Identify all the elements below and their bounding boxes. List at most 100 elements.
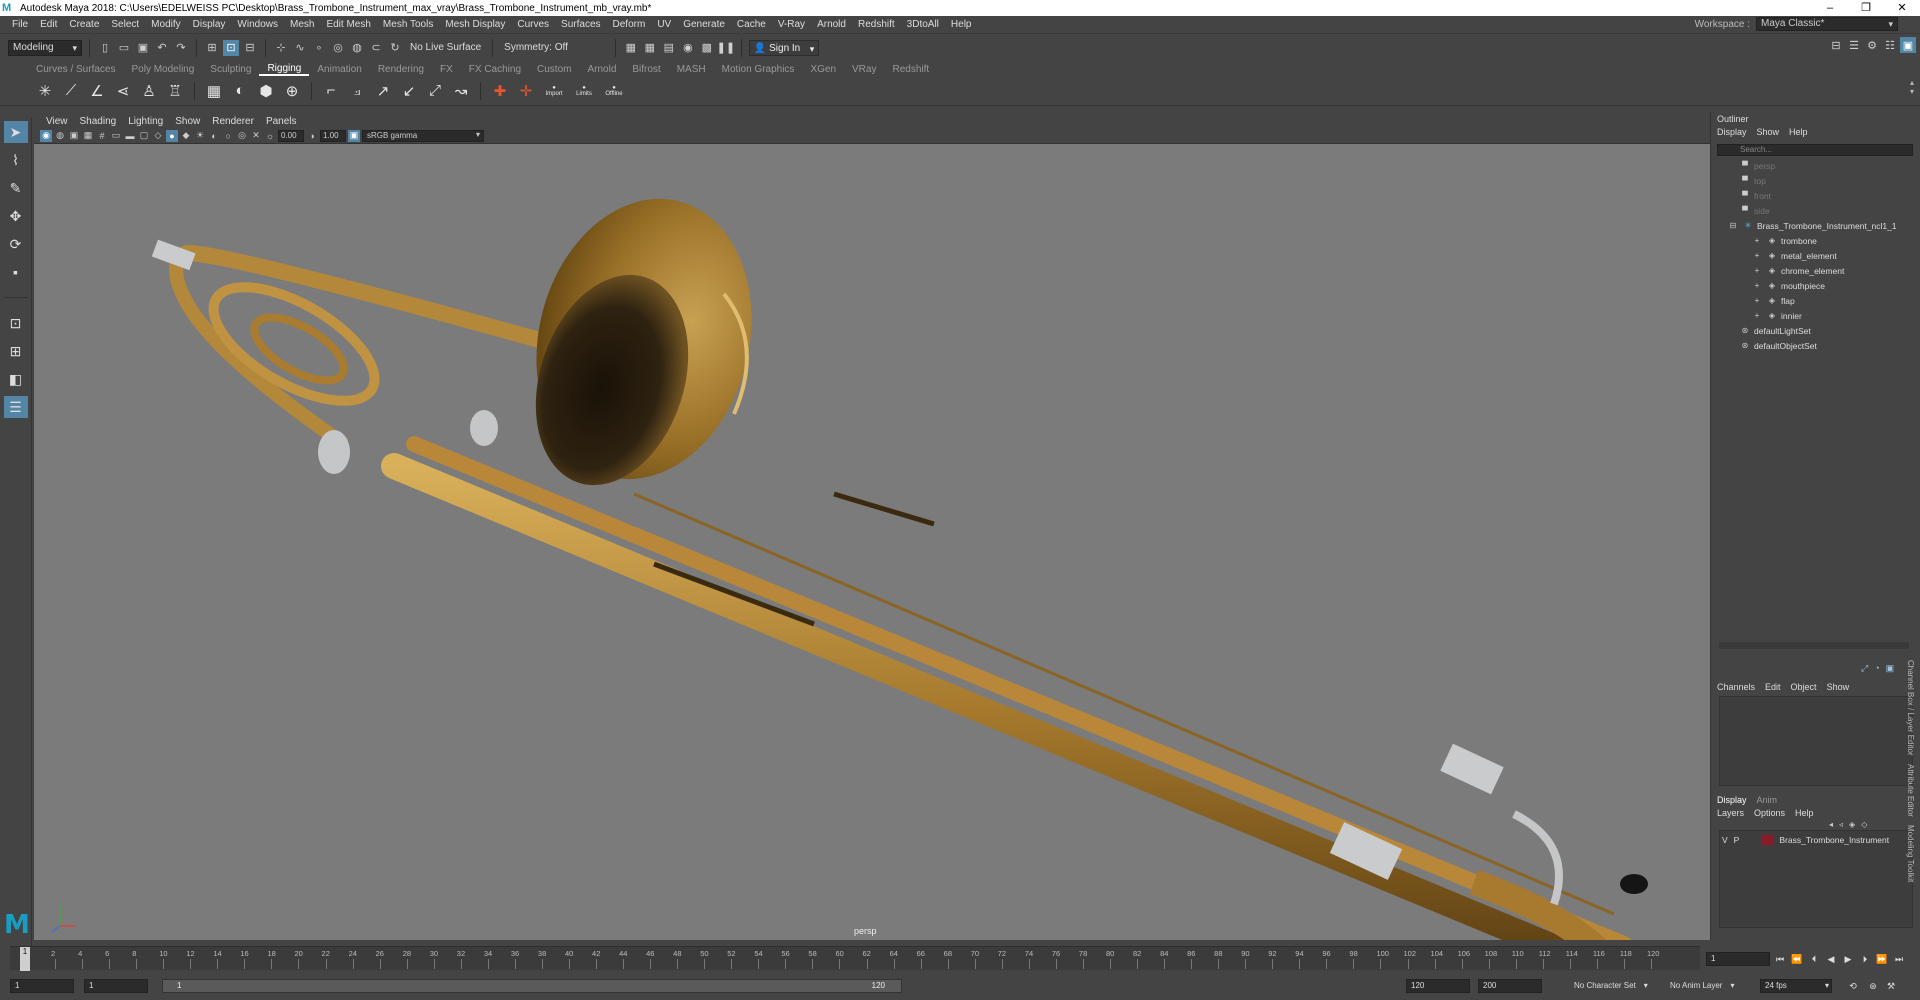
layer-menu-layers[interactable]: Layers: [1717, 808, 1744, 818]
layer-row[interactable]: V P Brass_Trombone_Instrument: [1722, 833, 1912, 847]
lights-icon[interactable]: ☀: [194, 130, 206, 142]
color-management-icon[interactable]: ▣: [348, 129, 360, 142]
ipr-render-icon[interactable]: ▦: [642, 40, 658, 56]
current-frame-field[interactable]: 1: [1706, 952, 1770, 966]
move-layer-down-icon[interactable]: ◃: [1839, 820, 1843, 829]
layer-color-swatch[interactable]: [1761, 835, 1774, 845]
select-camera-icon[interactable]: ◉: [40, 129, 52, 142]
step-forward-key-icon[interactable]: ⏩: [1875, 952, 1889, 966]
step-back-key-icon[interactable]: ⏪: [1790, 952, 1804, 966]
layer-visibility-toggle[interactable]: V: [1722, 835, 1728, 845]
menu-cache[interactable]: Cache: [731, 19, 772, 30]
outliner-toggle-icon[interactable]: ▣: [1900, 37, 1916, 53]
exposure-field[interactable]: 0.00: [278, 129, 304, 142]
anim-layer-dropdown[interactable]: No Anim Layer: [1670, 979, 1736, 993]
snap-curve-icon[interactable]: ∿: [292, 40, 308, 56]
shelf-tab-rendering[interactable]: Rendering: [370, 64, 432, 75]
outliner-item[interactable]: ▀ top: [1715, 173, 1911, 188]
new-scene-icon[interactable]: ▯: [97, 40, 113, 56]
expand-icon[interactable]: +: [1751, 266, 1763, 275]
menu-help[interactable]: Help: [945, 19, 978, 30]
open-scene-icon[interactable]: ▭: [116, 40, 132, 56]
menu-redshift[interactable]: Redshift: [852, 19, 901, 30]
shelf-tab-custom[interactable]: Custom: [529, 64, 579, 75]
rotate-tool-icon[interactable]: ⟳: [4, 233, 28, 255]
modeling-toolkit-icon[interactable]: ⊟: [1828, 37, 1844, 53]
step-forward-frame-icon[interactable]: ⏵: [1858, 952, 1872, 966]
anim-prefs-icon[interactable]: ⚒: [1884, 979, 1898, 993]
menu-windows[interactable]: Windows: [231, 19, 284, 30]
shelf-tab-rigging[interactable]: Rigging: [259, 63, 310, 76]
playback-end-field[interactable]: 120: [1406, 979, 1470, 993]
outliner-item[interactable]: ▀ persp: [1715, 158, 1911, 173]
close-button[interactable]: ✕: [1884, 0, 1920, 16]
attribute-editor-icon[interactable]: ☰: [1846, 37, 1862, 53]
key-icon[interactable]: ⤢: [1861, 663, 1868, 674]
live-surface-label[interactable]: No Live Surface: [406, 42, 485, 53]
save-scene-icon[interactable]: ▣: [135, 40, 151, 56]
lattice-icon[interactable]: ⬢: [255, 80, 277, 102]
live-surface-icon[interactable]: ↻: [387, 40, 403, 56]
textured-icon[interactable]: ◆: [180, 130, 192, 142]
loop-icon[interactable]: ⟲: [1846, 979, 1860, 993]
tab-anim[interactable]: Anim: [1757, 795, 1778, 805]
add-attribute-icon[interactable]: ✛: [515, 80, 537, 102]
side-tab-modeling-toolkit[interactable]: Modeling Toolkit: [1906, 825, 1915, 882]
range-slider[interactable]: 1 120: [162, 979, 902, 993]
single-perspective-layout-icon[interactable]: ⊡: [4, 312, 28, 334]
menu-select[interactable]: Select: [105, 19, 145, 30]
undo-icon[interactable]: ↶: [154, 40, 170, 56]
outliner-item[interactable]: ▀ side: [1715, 203, 1911, 218]
sign-in-button[interactable]: 👤 Sign In: [748, 39, 820, 57]
mirror-joint-icon[interactable]: ⋖: [112, 80, 134, 102]
menu-3dtoall[interactable]: 3DtoAll: [901, 19, 945, 30]
constraint-scale-icon[interactable]: ⤢: [424, 80, 446, 102]
layer-name[interactable]: Brass_Trombone_Instrument: [1779, 835, 1889, 845]
channel-box-menu-channels[interactable]: Channels: [1717, 682, 1755, 692]
snap-surface-icon[interactable]: ◍: [349, 40, 365, 56]
add-locator-icon[interactable]: ✚: [489, 80, 511, 102]
ik-spline-icon[interactable]: ∠: [86, 80, 108, 102]
shelf-tab-redshift[interactable]: Redshift: [884, 64, 937, 75]
tool-settings-icon[interactable]: ⚙: [1864, 37, 1880, 53]
menu-edit[interactable]: Edit: [34, 19, 63, 30]
go-to-end-icon[interactable]: ⏭: [1892, 952, 1906, 966]
select-tool-icon[interactable]: ➤: [3, 121, 28, 143]
outliner-item[interactable]: + ◈ chrome_element: [1715, 263, 1911, 278]
expand-icon[interactable]: +: [1751, 251, 1763, 260]
menu-modify[interactable]: Modify: [145, 19, 186, 30]
step-back-frame-icon[interactable]: ⏴: [1807, 952, 1821, 966]
isolate-select-icon[interactable]: ◎: [236, 130, 248, 142]
lock-icon[interactable]: ◔: [1874, 663, 1879, 674]
menu-curves[interactable]: Curves: [511, 19, 555, 30]
film-gate-icon[interactable]: ▭: [110, 130, 122, 142]
color-space-dropdown[interactable]: sRGB gamma: [362, 129, 484, 142]
animation-end-field[interactable]: 200: [1478, 979, 1542, 993]
menu-v-ray[interactable]: V-Ray: [772, 19, 811, 30]
move-tool-icon[interactable]: ✥: [4, 205, 28, 227]
pause-icon[interactable]: ❚❚: [717, 40, 735, 56]
shelf-tab-mash[interactable]: MASH: [669, 64, 714, 75]
shelf-tab-motion-graphics[interactable]: Motion Graphics: [714, 64, 803, 75]
menu-deform[interactable]: Deform: [607, 19, 652, 30]
new-layer-selected-icon[interactable]: ◇: [1861, 820, 1867, 829]
channel-box-menu-edit[interactable]: Edit: [1765, 682, 1781, 692]
locator-icon[interactable]: ⌐: [320, 80, 342, 102]
expand-icon[interactable]: +: [1751, 236, 1763, 245]
go-to-start-icon[interactable]: ⏮: [1773, 952, 1787, 966]
time-slider[interactable]: 1 2 4 6 8 10 12 14 16 18 20 22 24 26 28 30 32 34 36 38 40 42…: [10, 946, 1700, 971]
constraint-orient-icon[interactable]: ↙: [398, 80, 420, 102]
expand-icon[interactable]: +: [1751, 311, 1763, 320]
expand-icon[interactable]: +: [1751, 296, 1763, 305]
viewport-menu-show[interactable]: Show: [169, 116, 206, 127]
select-hierarchy-icon[interactable]: ⊞: [204, 40, 220, 56]
viewport-persp[interactable]: persp: [34, 144, 1710, 940]
channel-box-menu-show[interactable]: Show: [1827, 682, 1850, 692]
bookmarks-icon[interactable]: ▣: [68, 130, 80, 142]
fps-dropdown[interactable]: 24 fps: [1760, 979, 1832, 993]
layer-menu-help[interactable]: Help: [1795, 808, 1814, 818]
joint-tool-icon[interactable]: ✳: [34, 80, 56, 102]
safe-action-icon[interactable]: ▢: [138, 130, 150, 142]
constraint-parent-icon[interactable]: ↝: [450, 80, 472, 102]
minimize-button[interactable]: –: [1812, 0, 1848, 16]
